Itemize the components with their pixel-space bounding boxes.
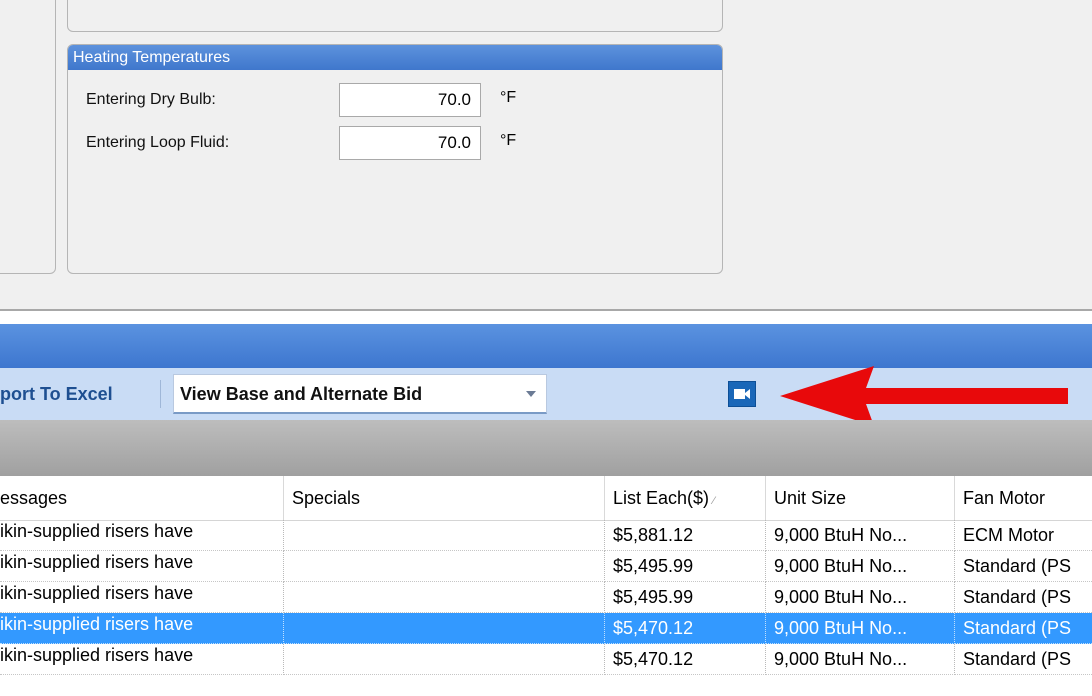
column-header-fan-motor[interactable]: Fan Motor xyxy=(955,476,1092,520)
video-camera-icon[interactable] xyxy=(728,381,756,407)
column-header-unit-size[interactable]: Unit Size xyxy=(766,476,955,520)
entering-loop-fluid-label: Entering Loop Fluid: xyxy=(86,134,230,151)
cell-unit-size: 9,000 BtuH No... xyxy=(766,551,955,582)
cell-fan-motor: Standard (PS xyxy=(955,613,1092,644)
cell-fan-motor: ECM Motor xyxy=(955,520,1092,551)
upper-group-frame xyxy=(67,0,723,32)
table-row[interactable]: ikin-supplied risers have... $5,495.99 9… xyxy=(0,551,1092,582)
cell-unit-size: 9,000 BtuH No... xyxy=(766,644,955,675)
table-row[interactable]: ikin-supplied risers have... $5,495.99 9… xyxy=(0,582,1092,613)
cell-messages: ikin-supplied risers have... xyxy=(0,613,284,644)
cell-specials xyxy=(284,644,605,675)
cell-messages: ikin-supplied risers have... xyxy=(0,644,284,675)
cell-fan-motor: Standard (PS xyxy=(955,582,1092,613)
entering-loop-fluid-unit: °F xyxy=(500,132,517,149)
cell-specials xyxy=(284,520,605,551)
cell-specials xyxy=(284,551,605,582)
entering-dry-bulb-unit: °F xyxy=(500,89,517,106)
red-arrow-shape xyxy=(780,366,1068,426)
cell-messages: ikin-supplied risers have... xyxy=(0,551,284,582)
cell-list-each: $5,470.12 xyxy=(605,613,766,644)
entering-dry-bulb-input[interactable]: 70.0 xyxy=(339,83,481,117)
cell-messages: ikin-supplied risers have... xyxy=(0,520,284,551)
table-row-selected[interactable]: ikin-supplied risers have... $5,470.12 9… xyxy=(0,613,1092,644)
entering-loop-fluid-input[interactable]: 70.0 xyxy=(339,126,481,160)
cell-list-each: $5,881.12 xyxy=(605,520,766,551)
cell-specials xyxy=(284,613,605,644)
left-group-frame xyxy=(0,0,56,274)
cell-unit-size: 9,000 BtuH No... xyxy=(766,520,955,551)
column-header-specials[interactable]: Specials xyxy=(284,476,605,520)
messages-overflow-text: ... xyxy=(0,666,14,675)
cell-messages: ikin-supplied risers have... xyxy=(0,582,284,613)
results-grid: essages Specials List Each($) ⁄ Unit Size… xyxy=(0,476,1092,696)
cell-list-each: $5,495.99 xyxy=(605,551,766,582)
cell-list-each: $5,495.99 xyxy=(605,582,766,613)
sort-indicator-icon: ⁄ xyxy=(713,495,715,507)
export-to-excel-button[interactable]: port To Excel xyxy=(0,378,113,410)
cell-unit-size: 9,000 BtuH No... xyxy=(766,613,955,644)
column-header-messages[interactable]: essages xyxy=(0,476,284,520)
table-row[interactable]: ikin-supplied risers have... $5,881.12 9… xyxy=(0,520,1092,551)
cell-fan-motor: Standard (PS xyxy=(955,644,1092,675)
chevron-down-icon[interactable] xyxy=(526,391,536,397)
view-select[interactable]: View Base and Alternate Bid xyxy=(173,374,547,414)
list-each-header-label: List Each($) xyxy=(613,488,710,508)
grid-header-row: essages Specials List Each($) ⁄ Unit Size… xyxy=(0,476,1092,521)
column-header-list-each[interactable]: List Each($) ⁄ xyxy=(605,476,766,520)
cell-list-each: $5,470.12 xyxy=(605,644,766,675)
cell-specials xyxy=(284,582,605,613)
group-by-band xyxy=(0,420,1092,476)
table-row[interactable]: ikin-supplied risers have... $5,470.12 9… xyxy=(0,644,1092,675)
entering-dry-bulb-label: Entering Dry Bulb: xyxy=(86,91,216,108)
cell-unit-size: 9,000 BtuH No... xyxy=(766,582,955,613)
splitter[interactable] xyxy=(0,309,1092,311)
form-area: Heating Temperatures Entering Dry Bulb: … xyxy=(0,0,1092,310)
messages-overflow-text: ... xyxy=(0,573,14,582)
messages-overflow-text: ... xyxy=(0,542,14,551)
messages-overflow-text: ... xyxy=(0,604,14,613)
messages-overflow-text: ... xyxy=(0,635,14,644)
cell-fan-motor: Standard (PS xyxy=(955,551,1092,582)
heating-temperatures-title: Heating Temperatures xyxy=(68,45,722,70)
view-select-value: View Base and Alternate Bid xyxy=(180,384,423,404)
toolbar-separator xyxy=(160,380,161,408)
heating-temperatures-group: Heating Temperatures Entering Dry Bulb: … xyxy=(67,44,723,274)
